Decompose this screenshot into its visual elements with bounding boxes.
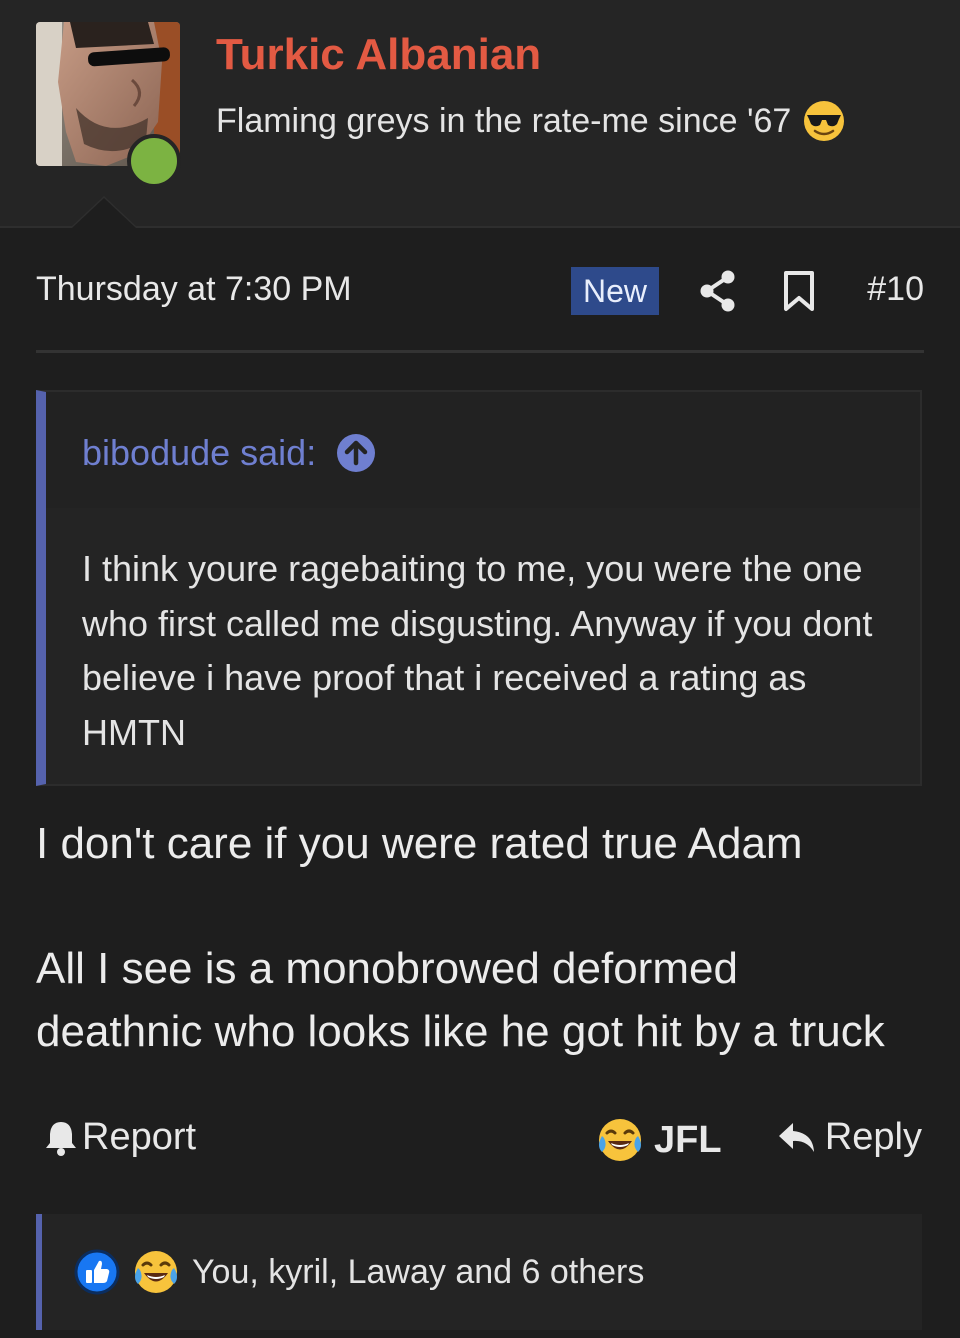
quote-author[interactable]: bibodude said: <box>82 432 376 474</box>
quote-header: bibodude said: <box>46 392 920 508</box>
post-meta: Thursday at 7:30 PM New #10 <box>36 260 924 322</box>
reactions-bar[interactable]: You, kyril, Laway and 6 others <box>36 1214 922 1330</box>
post-date[interactable]: Thursday at 7:30 PM <box>36 270 352 309</box>
post-paragraph-line: deathnic who looks like he got hit by a … <box>36 1007 885 1056</box>
report-label: Report <box>82 1116 197 1158</box>
laughing-crying-emoji-icon <box>599 1119 641 1161</box>
post-paragraph: I don't care if you were rated true Adam <box>36 819 803 868</box>
sunglasses-emoji-icon <box>804 101 845 141</box>
post-actions: Report JFL Reply <box>36 1110 922 1170</box>
quote-block: bibodude said: I think youre ragebaiting… <box>36 390 922 786</box>
reply-arrow-icon <box>778 1122 814 1152</box>
online-status-indicator <box>127 134 181 188</box>
quote-text: I think youre ragebaiting to me, you wer… <box>82 548 873 753</box>
user-title: Flaming greys in the rate-me since '67 <box>216 100 845 142</box>
reactions-summary[interactable]: You, kyril, Laway and 6 others <box>74 1248 644 1296</box>
meta-divider <box>36 350 924 353</box>
bookmark-icon[interactable] <box>782 270 816 312</box>
laughing-crying-emoji-icon <box>135 1251 177 1293</box>
reply-button[interactable]: Reply <box>777 1116 922 1159</box>
go-to-quoted-post-icon[interactable] <box>336 433 376 473</box>
post-paragraph-line: All I see is a monobrowed deformed <box>36 944 738 993</box>
reply-label: Reply <box>824 1116 922 1158</box>
jfl-label: JFL <box>654 1118 722 1161</box>
username[interactable]: Turkic Albanian <box>216 30 541 80</box>
new-badge: New <box>571 267 659 315</box>
share-icon[interactable] <box>698 269 738 313</box>
user-title-text: Flaming greys in the rate-me since '67 <box>216 101 792 140</box>
post-number-link[interactable]: #10 <box>867 270 924 309</box>
report-button[interactable]: Report <box>44 1116 196 1159</box>
post-body: I don't care if you were rated true Adam… <box>36 812 936 1063</box>
user-card-pointer <box>70 196 138 228</box>
like-icon <box>74 1249 120 1295</box>
quote-author-text: bibodude said: <box>82 432 317 473</box>
jfl-reaction-button[interactable]: JFL <box>596 1116 722 1164</box>
user-card: Turkic Albanian Flaming greys in the rat… <box>0 0 960 228</box>
reactions-list-text[interactable]: You, kyril, Laway and 6 others <box>192 1253 644 1292</box>
bell-icon <box>46 1121 76 1156</box>
